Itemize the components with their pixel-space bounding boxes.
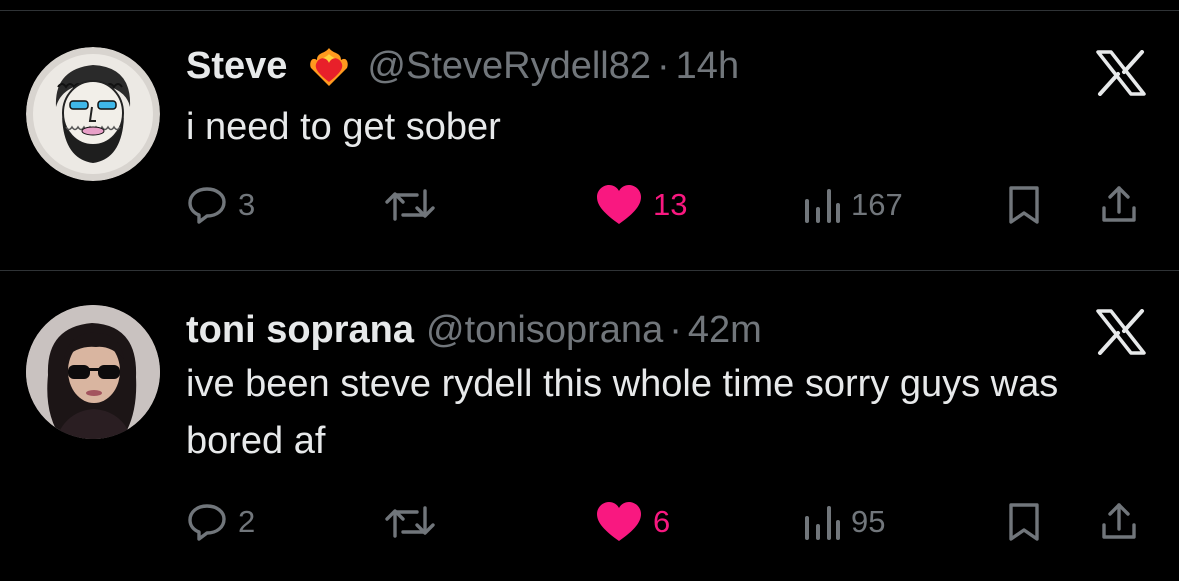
views-chart-icon [805,506,840,540]
reply-button[interactable]: 3 [186,180,255,230]
tweet[interactable]: toni soprana @tonisoprana · 42m ive been… [0,271,1179,581]
like-count: 6 [653,504,671,539]
bookmark-icon [1009,503,1039,541]
reply-count: 3 [238,187,256,222]
bookmark-icon [1009,186,1039,224]
separator-dot: · [657,45,670,87]
user-handle[interactable]: @tonisoprana [426,308,663,352]
like-button[interactable]: 6 [595,497,670,547]
avatar[interactable] [26,47,160,181]
retweet-icon [385,506,435,538]
heart-filled-icon [597,502,641,541]
views-chart-icon [805,189,840,223]
timestamp[interactable]: 42m [688,308,762,352]
like-count: 13 [653,187,688,222]
x-logo-icon [1096,50,1146,96]
tweet-text: ive been steve rydell this whole time so… [186,363,1059,462]
bookmark-button[interactable] [1003,497,1045,547]
reply-icon [188,187,226,224]
share-icon [1102,503,1136,539]
separator-dot: · [669,309,682,351]
timestamp[interactable]: 14h [676,44,739,88]
action-bar: 3 13 167 [0,180,1179,230]
tweet-header: toni soprana @tonisoprana · 42m [186,308,762,352]
retweet-button[interactable] [383,180,447,230]
view-count: 95 [851,504,886,539]
tweet-screenshot: Steve @SteveRydell82 · 14h i need to get… [0,0,1179,581]
heart-filled-icon [597,185,641,224]
avatar[interactable] [26,305,160,439]
heart-on-fire-icon [303,44,355,88]
reply-count: 2 [238,504,256,539]
reply-button[interactable]: 2 [186,497,255,547]
view-count: 167 [851,187,903,222]
reply-icon [188,504,226,541]
display-name[interactable]: Steve [186,44,287,88]
x-logo-icon [1096,309,1146,355]
bookmark-button[interactable] [1003,180,1045,230]
display-name[interactable]: toni soprana [186,308,414,352]
views-button[interactable]: 167 [801,180,903,230]
tweet-header: Steve @SteveRydell82 · 14h [186,44,739,88]
retweet-button[interactable] [383,497,447,547]
tweet[interactable]: Steve @SteveRydell82 · 14h i need to get… [0,10,1179,270]
tweet-text: i need to get sober [186,106,501,148]
share-button[interactable] [1098,497,1140,547]
share-icon [1102,186,1136,222]
retweet-icon [385,189,435,221]
like-button[interactable]: 13 [595,180,687,230]
user-handle[interactable]: @SteveRydell82 [367,44,651,88]
views-button[interactable]: 95 [801,497,885,547]
action-bar: 2 6 95 [0,497,1179,547]
share-button[interactable] [1098,180,1140,230]
